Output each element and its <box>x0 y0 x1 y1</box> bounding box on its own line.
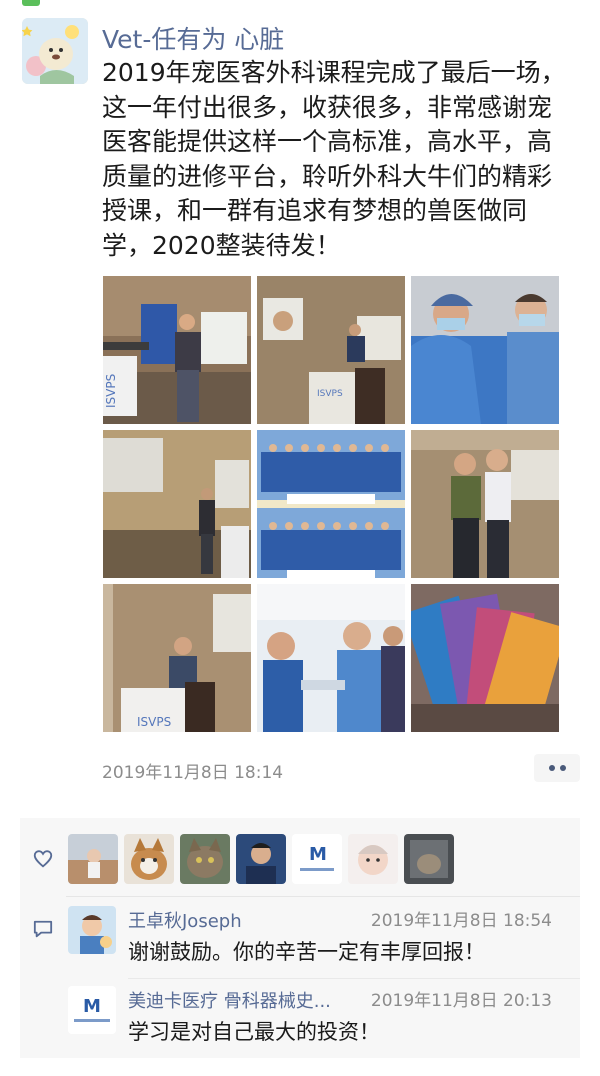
likes-divider <box>66 896 580 897</box>
comment-text: 学习是对自己最大的投资！ <box>128 1020 380 1044</box>
liker-avatar[interactable] <box>404 834 454 884</box>
brand-logo: M <box>83 996 101 1017</box>
speaker-at-podium-photo[interactable]: ISVPS <box>103 584 251 732</box>
top-badge <box>22 0 40 6</box>
author-name[interactable]: Vet-任有为 心脏 <box>102 20 284 56</box>
classroom-projection-photo[interactable] <box>103 430 251 578</box>
interaction-panel: M 王卓秋Joseph 2019年11月8日 18:54 谢谢鼓励。你的辛苦一定… <box>20 818 580 1058</box>
post-line: 质量的进修平台，聆听外科大牛们的精彩 <box>102 161 553 191</box>
post-line: 2019年宠医客外科课程完成了最后一场， <box>102 58 566 87</box>
commenter-avatar[interactable] <box>68 906 116 954</box>
post-line: 这一年付出很多，收获很多，非常感谢宠 <box>102 92 553 122</box>
post-line: 授课，和一群有追求有梦想的兽医做同 <box>102 196 528 225</box>
post-line: 学，2020整装待发！ <box>102 230 341 260</box>
svg-text:ISVPS: ISVPS <box>317 389 343 399</box>
comment-divider <box>128 978 580 979</box>
commenter-name[interactable]: 美迪卡医疗 骨科器械史... <box>128 987 331 1013</box>
liker-avatar[interactable] <box>180 834 230 884</box>
commenter-name[interactable]: 王卓秋Joseph <box>128 907 242 933</box>
comment-text: 谢谢鼓励。你的辛苦一定有丰厚回报！ <box>128 940 485 964</box>
post-text: 2019年宠医客外科课程完成了最后一场， 这一年付出很多，收获很多，非常感谢宠 … <box>102 56 572 263</box>
commenter-avatar[interactable]: M <box>68 986 116 1034</box>
group-photo-collage[interactable] <box>257 430 405 578</box>
two-speakers-photo[interactable] <box>411 430 559 578</box>
lecture-speaker-photo[interactable]: ISVPS <box>103 276 251 424</box>
post-line: 医客能提供这样一个高标准，高水平，高 <box>102 127 553 156</box>
status-strip <box>0 0 600 8</box>
comment-time: 2019年11月8日 18:54 <box>370 911 552 931</box>
post-timestamp: 2019年11月8日 18:14 <box>102 763 284 783</box>
lecture-slides-photo[interactable]: ISVPS <box>257 276 405 424</box>
photo-grid: ISVPS ISVPS ISVPS <box>103 276 559 732</box>
liker-avatar[interactable] <box>124 834 174 884</box>
isvps-logo: ISVPS <box>104 374 118 408</box>
heart-icon <box>33 850 53 868</box>
dot-icon <box>559 765 566 771</box>
dot-icon <box>548 765 555 771</box>
author-avatar[interactable] <box>22 18 88 84</box>
liker-avatar[interactable]: M <box>292 834 342 884</box>
liker-avatar[interactable] <box>236 834 286 884</box>
comment-icon <box>33 920 53 938</box>
course-cards-photo[interactable] <box>411 584 559 732</box>
brand-logo: M <box>309 844 327 865</box>
comment-time: 2019年11月8日 20:13 <box>370 991 552 1011</box>
likes-row: M <box>20 834 580 888</box>
svg-text:ISVPS: ISVPS <box>137 715 171 729</box>
liker-avatar[interactable] <box>68 834 118 884</box>
liker-avatar[interactable] <box>348 834 398 884</box>
more-options-button[interactable] <box>534 754 580 782</box>
surgery-team-photo[interactable] <box>411 276 559 424</box>
surgical-training-photo[interactable] <box>257 584 405 732</box>
